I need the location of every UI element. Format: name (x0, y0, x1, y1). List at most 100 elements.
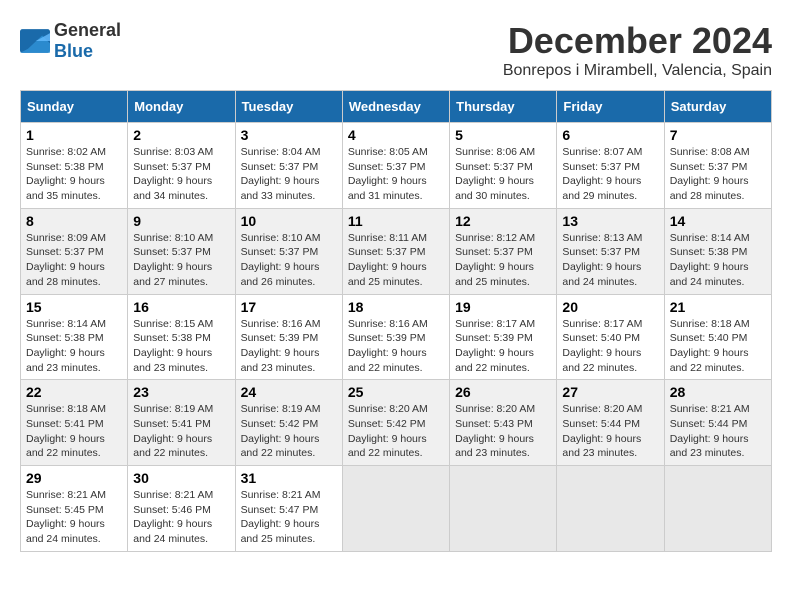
day-number: 25 (348, 384, 444, 400)
calendar-cell: 23 Sunrise: 8:19 AMSunset: 5:41 PMDayligh… (128, 380, 235, 466)
day-number: 13 (562, 213, 658, 229)
header-day-thursday: Thursday (450, 91, 557, 123)
day-info: Sunrise: 8:19 AMSunset: 5:42 PMDaylight:… (241, 402, 337, 461)
day-info: Sunrise: 8:21 AMSunset: 5:45 PMDaylight:… (26, 488, 122, 547)
day-info: Sunrise: 8:02 AMSunset: 5:38 PMDaylight:… (26, 145, 122, 204)
day-number: 7 (670, 127, 766, 143)
day-info: Sunrise: 8:17 AMSunset: 5:40 PMDaylight:… (562, 317, 658, 376)
day-number: 17 (241, 299, 337, 315)
calendar-cell: 29 Sunrise: 8:21 AMSunset: 5:45 PMDayligh… (21, 466, 128, 552)
header-day-wednesday: Wednesday (342, 91, 449, 123)
title-area: December 2024 Bonrepos i Mirambell, Vale… (503, 20, 772, 80)
day-info: Sunrise: 8:21 AMSunset: 5:44 PMDaylight:… (670, 402, 766, 461)
day-info: Sunrise: 8:16 AMSunset: 5:39 PMDaylight:… (348, 317, 444, 376)
day-info: Sunrise: 8:08 AMSunset: 5:37 PMDaylight:… (670, 145, 766, 204)
calendar-week-row: 29 Sunrise: 8:21 AMSunset: 5:45 PMDayligh… (21, 466, 772, 552)
calendar-cell: 4Sunrise: 8:05 AMSunset: 5:37 PMDaylight… (342, 123, 449, 209)
day-number: 9 (133, 213, 229, 229)
day-info: Sunrise: 8:14 AMSunset: 5:38 PMDaylight:… (26, 317, 122, 376)
calendar-cell: 12Sunrise: 8:12 AMSunset: 5:37 PMDayligh… (450, 208, 557, 294)
day-info: Sunrise: 8:14 AMSunset: 5:38 PMDaylight:… (670, 231, 766, 290)
day-number: 11 (348, 213, 444, 229)
page-header: General Blue December 2024 Bonrepos i Mi… (20, 20, 772, 80)
day-number: 10 (241, 213, 337, 229)
day-number: 18 (348, 299, 444, 315)
day-number: 26 (455, 384, 551, 400)
calendar-cell: 30Sunrise: 8:21 AMSunset: 5:46 PMDayligh… (128, 466, 235, 552)
day-number: 1 (26, 127, 122, 143)
day-info: Sunrise: 8:07 AMSunset: 5:37 PMDaylight:… (562, 145, 658, 204)
day-info: Sunrise: 8:11 AMSunset: 5:37 PMDaylight:… (348, 231, 444, 290)
calendar-cell: 21 Sunrise: 8:18 AMSunset: 5:40 PMDayligh… (664, 294, 771, 380)
calendar-cell: 7 Sunrise: 8:08 AMSunset: 5:37 PMDaylight… (664, 123, 771, 209)
calendar-cell: 9 Sunrise: 8:10 AMSunset: 5:37 PMDaylight… (128, 208, 235, 294)
day-number: 14 (670, 213, 766, 229)
day-info: Sunrise: 8:19 AMSunset: 5:41 PMDaylight:… (133, 402, 229, 461)
calendar-header-row: SundayMondayTuesdayWednesdayThursdayFrid… (21, 91, 772, 123)
calendar-cell: 14 Sunrise: 8:14 AMSunset: 5:38 PMDayligh… (664, 208, 771, 294)
logo-text-blue: Blue (54, 41, 93, 61)
calendar-cell: 10 Sunrise: 8:10 AMSunset: 5:37 PMDayligh… (235, 208, 342, 294)
day-info: Sunrise: 8:18 AMSunset: 5:41 PMDaylight:… (26, 402, 122, 461)
logo-text-general: General (54, 20, 121, 40)
day-number: 6 (562, 127, 658, 143)
location-subtitle: Bonrepos i Mirambell, Valencia, Spain (503, 62, 772, 80)
day-number: 5 (455, 127, 551, 143)
header-day-monday: Monday (128, 91, 235, 123)
header-day-friday: Friday (557, 91, 664, 123)
calendar-cell: 19Sunrise: 8:17 AMSunset: 5:39 PMDayligh… (450, 294, 557, 380)
day-number: 8 (26, 213, 122, 229)
calendar-cell: 20 Sunrise: 8:17 AMSunset: 5:40 PMDayligh… (557, 294, 664, 380)
calendar-cell: 15 Sunrise: 8:14 AMSunset: 5:38 PMDayligh… (21, 294, 128, 380)
day-info: Sunrise: 8:03 AMSunset: 5:37 PMDaylight:… (133, 145, 229, 204)
calendar-cell: 27 Sunrise: 8:20 AMSunset: 5:44 PMDayligh… (557, 380, 664, 466)
calendar-cell (664, 466, 771, 552)
calendar-week-row: 8 Sunrise: 8:09 AMSunset: 5:37 PMDaylight… (21, 208, 772, 294)
day-number: 23 (133, 384, 229, 400)
day-info: Sunrise: 8:04 AMSunset: 5:37 PMDaylight:… (241, 145, 337, 204)
calendar-cell: 18 Sunrise: 8:16 AMSunset: 5:39 PMDayligh… (342, 294, 449, 380)
day-number: 22 (26, 384, 122, 400)
day-info: Sunrise: 8:09 AMSunset: 5:37 PMDaylight:… (26, 231, 122, 290)
day-info: Sunrise: 8:10 AMSunset: 5:37 PMDaylight:… (133, 231, 229, 290)
calendar-cell (342, 466, 449, 552)
day-number: 21 (670, 299, 766, 315)
calendar-cell: 3 Sunrise: 8:04 AMSunset: 5:37 PMDaylight… (235, 123, 342, 209)
calendar-week-row: 22 Sunrise: 8:18 AMSunset: 5:41 PMDayligh… (21, 380, 772, 466)
calendar-cell: 6 Sunrise: 8:07 AMSunset: 5:37 PMDaylight… (557, 123, 664, 209)
calendar-cell (450, 466, 557, 552)
day-number: 27 (562, 384, 658, 400)
day-number: 3 (241, 127, 337, 143)
day-number: 19 (455, 299, 551, 315)
calendar-week-row: 1 Sunrise: 8:02 AMSunset: 5:38 PMDaylight… (21, 123, 772, 209)
day-info: Sunrise: 8:06 AMSunset: 5:37 PMDaylight:… (455, 145, 551, 204)
calendar-cell: 16Sunrise: 8:15 AMSunset: 5:38 PMDayligh… (128, 294, 235, 380)
day-info: Sunrise: 8:10 AMSunset: 5:37 PMDaylight:… (241, 231, 337, 290)
day-number: 30 (133, 470, 229, 486)
day-number: 31 (241, 470, 337, 486)
header-day-tuesday: Tuesday (235, 91, 342, 123)
calendar-cell: 1 Sunrise: 8:02 AMSunset: 5:38 PMDaylight… (21, 123, 128, 209)
calendar-cell: 31Sunrise: 8:21 AMSunset: 5:47 PMDayligh… (235, 466, 342, 552)
day-number: 20 (562, 299, 658, 315)
calendar-cell: 11 Sunrise: 8:11 AMSunset: 5:37 PMDayligh… (342, 208, 449, 294)
day-number: 2 (133, 127, 229, 143)
logo-icon (20, 29, 50, 53)
day-number: 15 (26, 299, 122, 315)
calendar-cell: 2 Sunrise: 8:03 AMSunset: 5:37 PMDaylight… (128, 123, 235, 209)
day-number: 29 (26, 470, 122, 486)
calendar: SundayMondayTuesdayWednesdayThursdayFrid… (20, 90, 772, 552)
day-info: Sunrise: 8:16 AMSunset: 5:39 PMDaylight:… (241, 317, 337, 376)
day-info: Sunrise: 8:13 AMSunset: 5:37 PMDaylight:… (562, 231, 658, 290)
logo: General Blue (20, 20, 121, 62)
calendar-cell: 26 Sunrise: 8:20 AMSunset: 5:43 PMDayligh… (450, 380, 557, 466)
day-number: 24 (241, 384, 337, 400)
calendar-cell: 24 Sunrise: 8:19 AMSunset: 5:42 PMDayligh… (235, 380, 342, 466)
calendar-cell: 8 Sunrise: 8:09 AMSunset: 5:37 PMDaylight… (21, 208, 128, 294)
calendar-cell: 28Sunrise: 8:21 AMSunset: 5:44 PMDayligh… (664, 380, 771, 466)
day-number: 12 (455, 213, 551, 229)
day-info: Sunrise: 8:18 AMSunset: 5:40 PMDaylight:… (670, 317, 766, 376)
day-info: Sunrise: 8:20 AMSunset: 5:44 PMDaylight:… (562, 402, 658, 461)
day-info: Sunrise: 8:20 AMSunset: 5:43 PMDaylight:… (455, 402, 551, 461)
day-number: 4 (348, 127, 444, 143)
